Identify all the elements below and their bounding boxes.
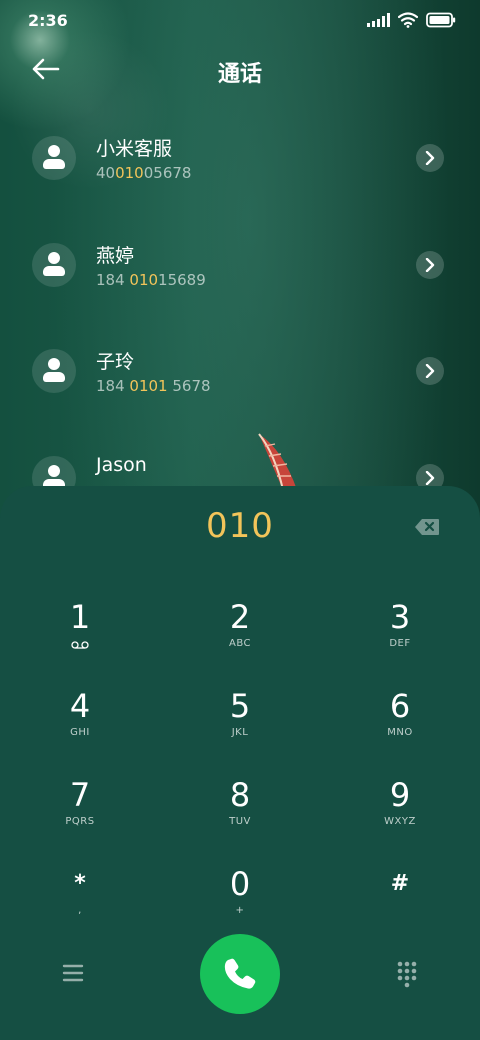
contact-row[interactable]: 子玲 184 0101 5678 [0, 323, 480, 413]
chevron-right-icon [425, 471, 435, 485]
key-3[interactable]: 3 DEF [330, 586, 470, 666]
contact-number: 184 0101 5678 [96, 377, 211, 395]
contact-name: 燕婷 [96, 245, 135, 267]
key-2[interactable]: 2 ABC [170, 586, 310, 666]
page-title: 通话 [217, 62, 262, 87]
contact-detail-button[interactable] [416, 251, 444, 279]
wallpaper-feather-decoration [258, 433, 297, 491]
status-time: 2:36 [28, 11, 68, 30]
dialer-panel: 010 1 2 ABC 3 DEF 4 GHI 5 JKL 6 MNO 7 PQ… [0, 486, 480, 1040]
key-hash[interactable]: # [330, 853, 470, 933]
avatar [32, 349, 76, 393]
contact-name: 小米客服 [96, 138, 173, 160]
contact-number: 4001005678 [96, 164, 192, 182]
battery-icon [426, 12, 456, 28]
key-5[interactable]: 5 JKL [170, 675, 310, 755]
key-6[interactable]: 6 MNO [330, 675, 470, 755]
wifi-icon [398, 12, 418, 28]
key-1[interactable]: 1 [10, 586, 150, 666]
avatar [32, 243, 76, 287]
header: 通话 [0, 40, 480, 100]
dialed-number-display: 010 [206, 506, 274, 546]
key-star[interactable]: * , [10, 853, 150, 933]
keypad-icon [397, 961, 417, 988]
contact-row[interactable]: 燕婷 184 01015689 [0, 217, 480, 307]
avatar [32, 136, 76, 180]
contact-name: 子玲 [96, 351, 135, 373]
keypad-toggle-button[interactable] [390, 956, 424, 990]
status-bar: 2:36 [0, 0, 480, 40]
contact-name: Jason [96, 454, 147, 476]
chevron-right-icon [425, 364, 435, 378]
chevron-right-icon [425, 258, 435, 272]
contact-number: 184 01015689 [96, 271, 206, 289]
menu-button[interactable] [56, 956, 90, 990]
delete-button[interactable] [414, 518, 440, 536]
contact-row[interactable]: 小米客服 4001005678 [0, 110, 480, 200]
phone-icon [224, 958, 256, 989]
key-8[interactable]: 8 TUV [170, 764, 310, 844]
key-7[interactable]: 7 PQRS [10, 764, 150, 844]
contact-detail-button[interactable] [416, 357, 444, 385]
backspace-icon [415, 519, 439, 535]
signal-icon [367, 13, 390, 27]
chevron-right-icon [425, 151, 435, 165]
key-0[interactable]: 0 + [170, 853, 310, 933]
key-4[interactable]: 4 GHI [10, 675, 150, 755]
contact-detail-button[interactable] [416, 144, 444, 172]
status-icons [367, 12, 456, 28]
key-9[interactable]: 9 WXYZ [330, 764, 470, 844]
voicemail-icon [71, 641, 89, 649]
menu-icon [62, 964, 84, 982]
call-button[interactable] [200, 934, 280, 1014]
